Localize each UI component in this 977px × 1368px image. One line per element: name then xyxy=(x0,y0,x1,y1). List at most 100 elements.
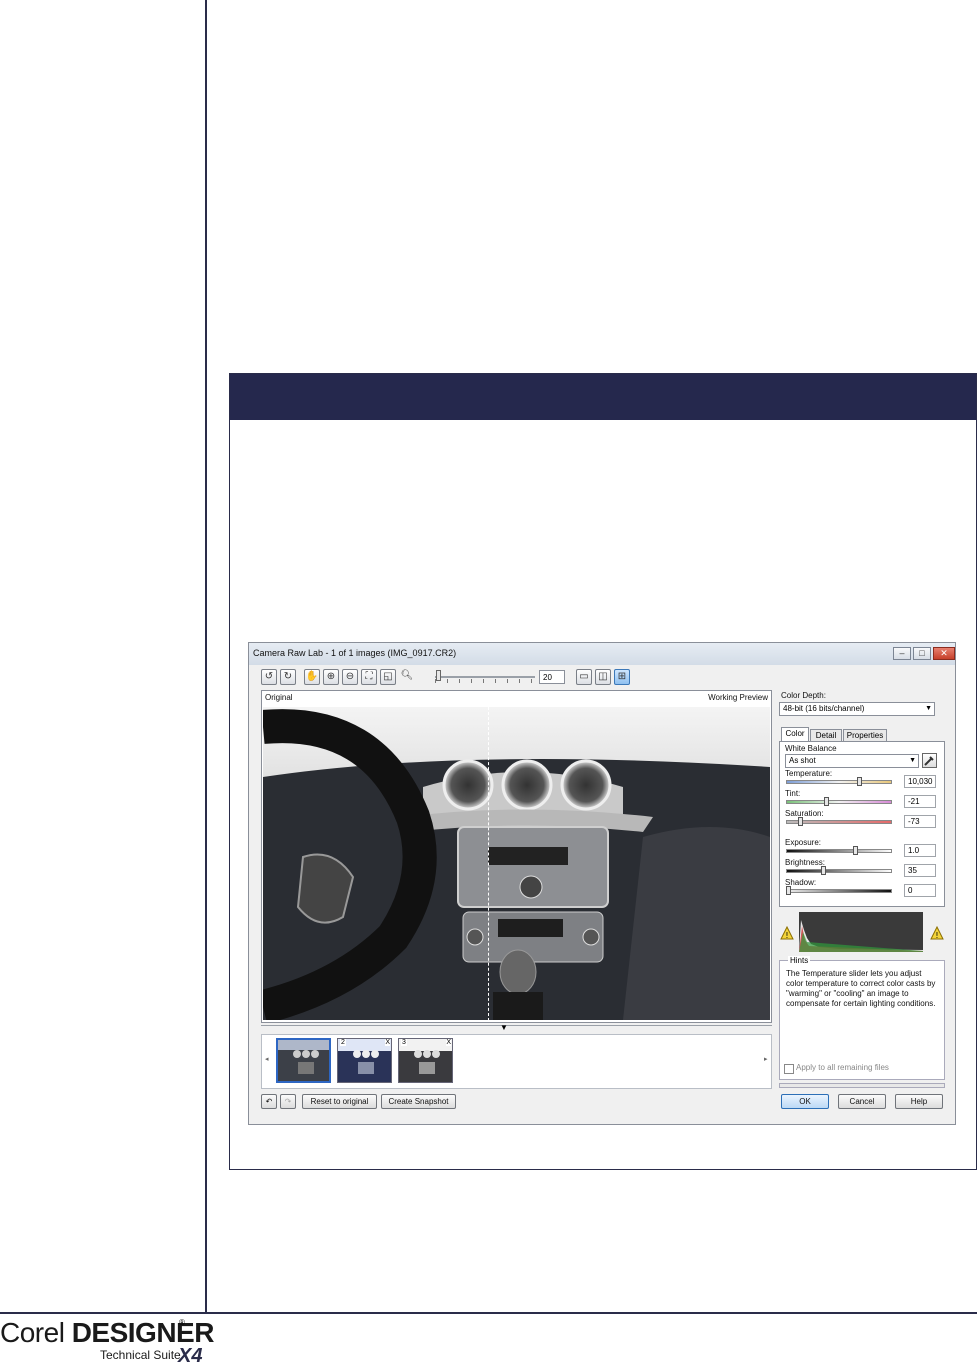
corel-designer-logo: Corel DESIGNER ® Technical Suite X4 xyxy=(0,1316,215,1368)
logo-subtitle: Technical Suite xyxy=(100,1348,181,1362)
eyedropper-icon xyxy=(924,756,934,766)
filmstrip: ◂ 2 X 3 X ▸ xyxy=(261,1034,772,1089)
tab-color[interactable]: Color xyxy=(781,727,809,742)
slider-track[interactable] xyxy=(786,780,892,784)
image-preview-area[interactable]: Original Working Preview xyxy=(261,690,772,1023)
preview-horizontal-divider xyxy=(261,1025,772,1032)
ok-button[interactable]: OK xyxy=(781,1094,829,1109)
white-balance-value: As shot xyxy=(789,756,816,765)
zoom-value-field[interactable]: 20 xyxy=(539,670,565,684)
thumbnail-3-close-icon[interactable]: X xyxy=(446,1039,451,1046)
redo-button[interactable]: ↷ xyxy=(280,1094,296,1109)
actual-size-button[interactable]: ◱ xyxy=(380,669,396,685)
slider-value-field[interactable]: 10,030 xyxy=(904,775,936,788)
single-view-button[interactable]: ▭ xyxy=(576,669,592,685)
apply-all-checkbox[interactable] xyxy=(784,1064,794,1074)
maximize-button[interactable]: □ xyxy=(913,647,931,660)
split-view-icon: ◫ xyxy=(598,671,608,682)
slider-thumb[interactable] xyxy=(786,886,791,895)
close-button[interactable]: ✕ xyxy=(933,647,955,660)
create-snapshot-button[interactable]: Create Snapshot xyxy=(381,1094,456,1109)
side-by-side-view-button[interactable]: ⊞ xyxy=(614,669,630,685)
reset-to-original-button[interactable]: Reset to original xyxy=(302,1094,377,1109)
slider-track[interactable] xyxy=(786,869,892,873)
logo-brand-light: Corel xyxy=(0,1317,72,1348)
fit-to-window-button[interactable]: ⛶ xyxy=(361,669,377,685)
color-depth-value: 48-bit (16 bits/channel) xyxy=(783,704,865,713)
rotate-left-icon: ↺ xyxy=(264,671,274,682)
slider-value-field[interactable]: -73 xyxy=(904,815,936,828)
rotate-left-button[interactable]: ↺ xyxy=(261,669,277,685)
slider-value-field[interactable]: 0 xyxy=(904,884,936,897)
thumbnail-3[interactable]: 3 X xyxy=(398,1038,453,1083)
slider-thumb[interactable] xyxy=(824,797,829,806)
slider-thumb[interactable] xyxy=(853,846,858,855)
rotate-right-button[interactable]: ↻ xyxy=(280,669,296,685)
slider-track[interactable] xyxy=(786,800,892,804)
undo-button[interactable]: ↶ xyxy=(261,1094,277,1109)
figure-panel-header xyxy=(230,374,976,420)
thumbnail-2-number: 2 xyxy=(340,1039,346,1046)
white-balance-label: White Balance xyxy=(785,744,837,753)
zoom-slider-track[interactable] xyxy=(435,676,535,678)
slider-thumb[interactable] xyxy=(821,866,826,875)
thumbnail-1[interactable] xyxy=(276,1038,331,1083)
close-icon: ✕ xyxy=(940,648,948,658)
hints-title: Hints xyxy=(788,956,811,965)
rotate-right-icon: ↻ xyxy=(283,671,293,682)
slider-label: Tint: xyxy=(785,789,801,798)
shadow-clipping-warning-icon[interactable]: ! xyxy=(780,926,794,940)
chevron-down-icon: ▼ xyxy=(909,757,916,764)
svg-text:!: ! xyxy=(785,931,788,940)
logo-version: X4 xyxy=(178,1345,203,1367)
color-depth-select[interactable]: 48-bit (16 bits/channel) ▼ xyxy=(779,702,935,716)
slider-value-field[interactable]: 1.0 xyxy=(904,844,936,857)
zoom-slider-thumb[interactable] xyxy=(436,670,441,681)
actual-size-icon: ◱ xyxy=(383,671,393,682)
pan-button[interactable]: ✋ xyxy=(304,669,320,685)
zoom-in-button[interactable]: ⊕ xyxy=(323,669,339,685)
split-view-button[interactable]: ◫ xyxy=(595,669,611,685)
zoom-out-button[interactable]: ⊖ xyxy=(342,669,358,685)
white-balance-select[interactable]: As shot ▼ xyxy=(785,754,919,768)
cancel-button[interactable]: Cancel xyxy=(838,1094,886,1109)
color-depth-label: Color Depth: xyxy=(781,691,826,700)
maximize-icon: □ xyxy=(919,648,925,658)
fit-to-window-icon: ⛶ xyxy=(365,671,373,682)
filmstrip-right-arrow-icon[interactable]: ▸ xyxy=(764,1055,768,1063)
thumbnail-2[interactable]: 2 X xyxy=(337,1038,392,1083)
working-preview-label: Working Preview xyxy=(708,693,768,702)
svg-text:!: ! xyxy=(935,931,938,940)
slider-track[interactable] xyxy=(786,889,892,893)
split-divider[interactable] xyxy=(488,707,489,1020)
zoom-tool-button[interactable]: 🔍︎ xyxy=(399,669,415,685)
help-button[interactable]: Help xyxy=(895,1094,943,1109)
slider-value-field[interactable]: 35 xyxy=(904,864,936,877)
logo-registered: ® xyxy=(179,1318,185,1327)
white-balance-eyedropper-button[interactable] xyxy=(922,753,937,768)
highlight-clipping-warning-icon[interactable]: ! xyxy=(930,926,944,940)
zoom-tool-icon: 🔍︎ xyxy=(400,670,414,681)
zoom-slider-ticks xyxy=(435,679,535,683)
slider-thumb[interactable] xyxy=(857,777,862,786)
slider-value-field[interactable]: -21 xyxy=(904,795,936,808)
page-footer-rule xyxy=(0,1312,977,1314)
hints-box: Hints The Temperature slider lets you ad… xyxy=(779,956,945,1080)
chevron-down-icon: ▼ xyxy=(925,705,932,712)
pan-hand-icon: ✋ xyxy=(305,671,319,682)
sidebar-scrollbar[interactable] xyxy=(779,1083,945,1088)
slider-track[interactable] xyxy=(786,849,892,853)
thumbnail-2-close-icon[interactable]: X xyxy=(385,1039,390,1046)
slider-thumb[interactable] xyxy=(798,817,803,826)
slider-label: Exposure: xyxy=(785,838,822,847)
collapse-filmstrip-icon[interactable]: ▼ xyxy=(500,1023,508,1032)
minimize-button[interactable]: – xyxy=(893,647,911,660)
figure-panel: Camera Raw Lab - 1 of 1 images (IMG_0917… xyxy=(229,373,977,1170)
slider-label: Saturation: xyxy=(785,809,824,818)
single-view-icon: ▭ xyxy=(579,671,589,682)
filmstrip-left-arrow-icon[interactable]: ◂ xyxy=(265,1055,269,1063)
hints-text: The Temperature slider lets you adjust c… xyxy=(786,969,936,1008)
page-vertical-rule xyxy=(205,0,207,1313)
car-dashboard-photo xyxy=(263,707,770,1020)
apply-all-label: Apply to all remaining files xyxy=(796,1063,889,1072)
